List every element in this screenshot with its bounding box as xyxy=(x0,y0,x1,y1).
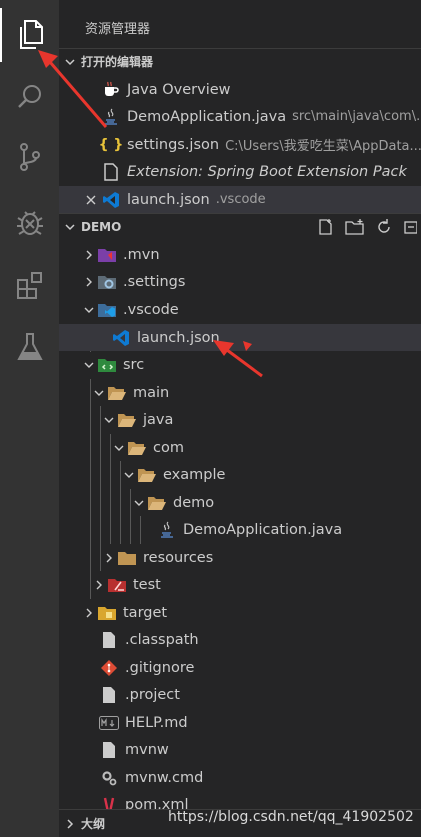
open-editor-item[interactable]: Extension: Spring Boot Extension Pack xyxy=(59,158,421,185)
settings-folder-icon xyxy=(97,272,117,292)
section-label: 打开的编辑器 xyxy=(81,55,154,69)
chevron-down-icon xyxy=(81,302,97,318)
tree-file[interactable]: mvnw xyxy=(59,736,421,763)
folder-open-icon xyxy=(137,465,157,485)
explorer-toolbar xyxy=(317,214,421,240)
section-label: DEMO xyxy=(81,219,122,234)
chevron-right-icon xyxy=(81,247,97,263)
chevron-down-icon xyxy=(121,467,137,483)
chevron-right-icon xyxy=(59,816,81,832)
collapse-all-icon[interactable] xyxy=(403,218,417,236)
open-editor-item-active[interactable]: launch.json .vscode xyxy=(59,186,421,213)
sidebar-title: 资源管理器 xyxy=(85,22,151,37)
extensions-icon[interactable] xyxy=(0,258,59,312)
explorer-sidebar: 资源管理器 打开的编辑器 Java Overview DemoApplicati… xyxy=(59,0,421,837)
tree-folder-open[interactable]: main xyxy=(59,379,421,406)
markdown-icon xyxy=(99,713,119,733)
vscode-file-icon xyxy=(101,190,121,210)
watermark: https://blog.csdn.net/qq_41902502 xyxy=(168,809,414,825)
tree-file[interactable]: DemoApplication.java xyxy=(59,516,421,543)
tree-file[interactable]: HELP.md xyxy=(59,709,421,736)
demo-folder-header[interactable]: DEMO xyxy=(59,213,421,239)
testing-flask-icon[interactable] xyxy=(0,320,59,374)
tree-file-selected[interactable]: launch.json xyxy=(59,324,421,351)
tree-folder-open[interactable]: example xyxy=(59,461,421,488)
vscode-file-icon xyxy=(111,328,131,348)
tree-folder-open[interactable]: java xyxy=(59,406,421,433)
chevron-right-icon xyxy=(101,550,117,566)
chevron-down-icon xyxy=(131,495,147,511)
src-folder-icon xyxy=(97,355,117,375)
open-editor-item[interactable]: DemoApplication.java src\main\java\com\.… xyxy=(59,103,421,130)
chevron-down-icon xyxy=(59,219,81,235)
java-cup-icon xyxy=(101,80,121,100)
tree-folder[interactable]: target xyxy=(59,599,421,626)
file-icon xyxy=(99,685,119,705)
open-editors-header[interactable]: 打开的编辑器 xyxy=(59,48,421,74)
tree-folder[interactable]: test xyxy=(59,571,421,598)
test-folder-icon xyxy=(107,575,127,595)
java-file-icon xyxy=(157,520,177,540)
tree-file[interactable]: .classpath xyxy=(59,626,421,653)
source-control-icon[interactable] xyxy=(0,130,59,184)
chevron-down-icon xyxy=(101,412,117,428)
tree-file[interactable]: .project xyxy=(59,681,421,708)
folder-open-icon xyxy=(127,438,147,458)
chevron-down-icon xyxy=(91,385,107,401)
activity-bar xyxy=(0,0,59,837)
chevron-down-icon xyxy=(59,54,81,70)
maven-folder-icon xyxy=(97,245,117,265)
tree-folder[interactable]: .settings xyxy=(59,268,421,295)
tree-folder-open[interactable]: .vscode xyxy=(59,296,421,323)
tree-folder[interactable]: resources xyxy=(59,544,421,571)
tree-folder-open[interactable]: src xyxy=(59,351,421,378)
debug-icon[interactable] xyxy=(0,195,59,249)
explorer-icon[interactable] xyxy=(0,8,59,62)
folder-open-icon xyxy=(107,383,127,403)
chevron-down-icon xyxy=(111,440,127,456)
chevron-right-icon xyxy=(81,274,97,290)
folder-open-icon xyxy=(117,410,137,430)
file-icon xyxy=(101,162,121,182)
refresh-icon[interactable] xyxy=(375,218,393,236)
target-folder-icon xyxy=(97,603,117,623)
git-icon xyxy=(99,658,119,678)
folder-icon xyxy=(117,548,137,568)
tree-file[interactable]: .gitignore xyxy=(59,654,421,681)
tree-folder-open[interactable]: com xyxy=(59,434,421,461)
search-icon[interactable] xyxy=(0,70,59,124)
chevron-right-icon xyxy=(91,577,107,593)
tree-folder[interactable]: .mvn xyxy=(59,241,421,268)
tree-file[interactable]: mvnw.cmd xyxy=(59,764,421,791)
folder-open-icon xyxy=(147,493,167,513)
vscode-folder-icon xyxy=(97,300,117,320)
chevron-right-icon xyxy=(81,605,97,621)
file-icon xyxy=(99,630,119,650)
java-file-icon xyxy=(101,107,121,127)
open-editor-item[interactable]: { } settings.json C:\Users\我爱吃生菜\AppData… xyxy=(59,131,421,158)
chevron-down-icon xyxy=(81,357,97,373)
close-icon[interactable] xyxy=(83,192,99,208)
json-braces-icon: { } xyxy=(98,136,124,153)
tree-folder-open[interactable]: demo xyxy=(59,489,421,516)
open-editor-item[interactable]: Java Overview xyxy=(59,76,421,103)
file-icon xyxy=(99,740,119,760)
section-label: 大纲 xyxy=(81,817,106,831)
new-folder-icon[interactable] xyxy=(345,218,365,236)
new-file-icon[interactable] xyxy=(317,218,335,236)
cmd-gear-icon xyxy=(99,768,119,788)
